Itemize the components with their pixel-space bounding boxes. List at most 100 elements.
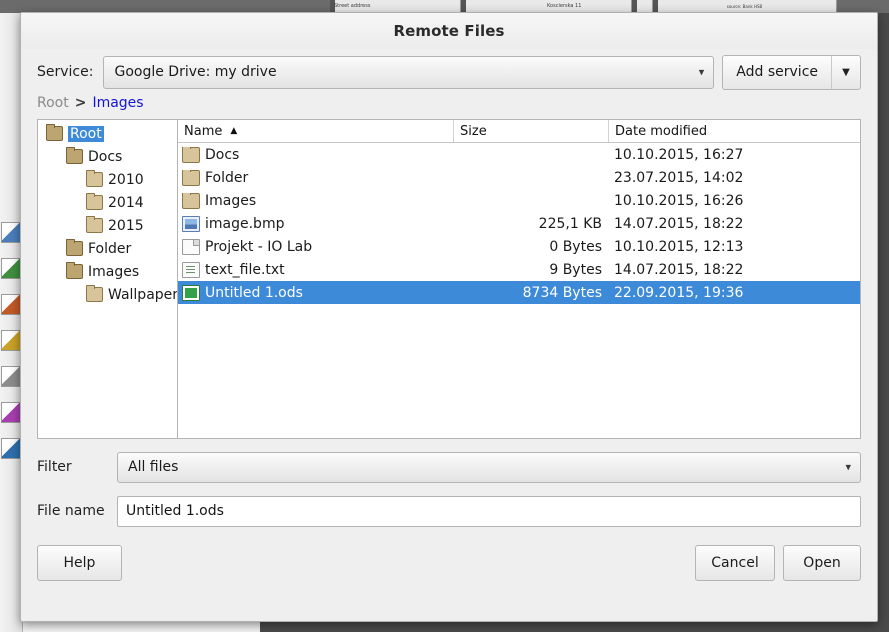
tree-node[interactable]: 2010 (38, 168, 177, 191)
folder-icon (86, 193, 103, 210)
folder-icon (182, 146, 200, 163)
folder-icon (182, 192, 200, 209)
breadcrumb-separator: > (74, 95, 87, 111)
impress-document-icon (1, 258, 22, 279)
file-date-cell: 22.09.2015, 19:36 (614, 284, 744, 301)
column-header-size[interactable]: Size (453, 120, 608, 142)
math-document-icon (1, 366, 22, 387)
table-row[interactable]: Untitled 1.ods 8734 Bytes 22.09.2015, 19:3… (178, 281, 860, 304)
column-header-date-label: Date modified (615, 123, 708, 139)
tree-node[interactable]: 2014 (38, 191, 177, 214)
cancel-button[interactable]: Cancel (695, 545, 775, 581)
tree-node-label: Images (88, 263, 140, 280)
table-row[interactable]: text_file.txt 9 Bytes 14.07.2015, 18:22 (178, 258, 860, 281)
tree-node[interactable]: Wallpapers (38, 283, 177, 306)
service-select[interactable]: Google Drive: my drive ▾ (103, 55, 715, 89)
spreadsheet-file-icon (182, 284, 200, 301)
file-name-label: image.bmp (205, 215, 285, 232)
chevron-down-icon: ▾ (845, 460, 851, 474)
service-row: Service: Google Drive: my drive ▾ Add se… (21, 54, 877, 90)
folder-icon (86, 170, 103, 187)
file-name-cell: Images (178, 192, 453, 209)
file-name-label: Docs (205, 146, 240, 163)
folder-icon (182, 169, 200, 186)
add-service-button[interactable]: Add service (723, 56, 831, 89)
tree-node-label: 2015 (108, 217, 144, 234)
breadcrumb: Root > Images (21, 89, 877, 115)
table-row[interactable]: Docs 10.10.2015, 16:27 (178, 143, 860, 166)
folder-open-icon (46, 124, 63, 141)
tree-node[interactable]: Folder (38, 237, 177, 260)
dialog-titlebar: Remote Files (21, 13, 877, 49)
add-service-split-button[interactable]: Add service ▼ (722, 54, 861, 90)
dialog-footer: Help Cancel Open (21, 545, 877, 581)
filename-value: Untitled 1.ods (126, 503, 224, 519)
file-name-cell: Docs (178, 146, 453, 163)
tree-node[interactable]: Images (38, 260, 177, 283)
file-date-cell: 10.10.2015, 16:26 (614, 192, 744, 209)
tree-node[interactable]: 2015 (38, 214, 177, 237)
file-date-cell: 14.07.2015, 18:22 (614, 215, 744, 232)
file-date-cell: 10.10.2015, 12:13 (614, 238, 744, 255)
column-header-name-label: Name (184, 123, 223, 139)
writer-document-icon (1, 294, 22, 315)
file-size-cell: 0 Bytes (549, 238, 602, 255)
column-header-size-label: Size (460, 123, 487, 139)
table-row[interactable]: image.bmp 225,1 KB 14.07.2015, 18:22 (178, 212, 860, 235)
tree-node-label: Root (68, 125, 104, 142)
file-list-body[interactable]: Docs 10.10.2015, 16:27 Folder 23.07.2015, 1… (178, 143, 860, 304)
remote-files-dialog: Remote Files Service: Google Drive: my d… (20, 12, 878, 622)
service-selected-value: Google Drive: my drive (114, 64, 277, 80)
filename-input[interactable]: Untitled 1.ods (117, 495, 861, 527)
column-header-name[interactable]: Name ▲ (178, 120, 453, 142)
tree-node[interactable]: Docs (38, 145, 177, 168)
folder-open-icon (66, 262, 83, 279)
file-size-cell: 8734 Bytes (522, 284, 602, 301)
folder-open-icon (66, 147, 83, 164)
tree-node-label: 2010 (108, 171, 144, 188)
filter-selected-value: All files (128, 459, 179, 475)
triangle-down-icon[interactable]: ▼ (831, 55, 860, 89)
table-row[interactable]: Images 10.10.2015, 16:26 (178, 189, 860, 212)
file-name-cell: image.bmp (178, 215, 453, 232)
breadcrumb-item-current[interactable]: Images (92, 95, 143, 111)
filename-row: File name Untitled 1.ods (21, 495, 877, 527)
file-date-cell: 10.10.2015, 16:27 (614, 146, 744, 163)
file-name-label: Untitled 1.ods (205, 284, 303, 301)
tree-node-label: Docs (88, 148, 123, 165)
dialog-title: Remote Files (393, 22, 505, 40)
chevron-down-icon: ▾ (698, 65, 705, 79)
filter-label: Filter (37, 459, 72, 475)
tree-node-label: 2014 (108, 194, 144, 211)
triangle-up-icon: ▲ (230, 126, 238, 136)
file-name-label: text_file.txt (205, 261, 285, 278)
tree-node[interactable]: Root (38, 122, 177, 145)
file-date-cell: 23.07.2015, 14:02 (614, 169, 744, 186)
bitmap-file-icon (182, 215, 200, 232)
table-row[interactable]: Projekt - IO Lab 0 Bytes 10.10.2015, 12:13 (178, 235, 860, 258)
file-size-cell: 9 Bytes (549, 261, 602, 278)
column-header-date-modified[interactable]: Date modified (608, 120, 860, 142)
file-name-cell: Projekt - IO Lab (178, 238, 453, 255)
draw-document-icon (1, 330, 22, 351)
document-file-icon (182, 238, 200, 255)
table-row[interactable]: Folder 23.07.2015, 14:02 (178, 166, 860, 189)
tree-node-label: Folder (88, 240, 132, 257)
browser-panes: Root Docs 2010 2014 2015 Folder Images Wallpape… (37, 119, 861, 439)
folder-tree[interactable]: Root Docs 2010 2014 2015 Folder Images Wallpape… (37, 119, 177, 439)
service-label: Service: (37, 64, 94, 80)
open-button[interactable]: Open (783, 545, 861, 581)
help-button[interactable]: Help (37, 545, 122, 581)
file-date-cell: 14.07.2015, 18:22 (614, 261, 744, 278)
file-list[interactable]: Name ▲ Size Date modified Docs 10.10.2015… (177, 119, 861, 439)
file-size-cell: 225,1 KB (538, 215, 602, 232)
breadcrumb-item-root[interactable]: Root (37, 95, 69, 111)
close-document-icon (1, 402, 22, 423)
file-name-cell: Folder (178, 169, 453, 186)
database-document-icon (1, 438, 22, 459)
file-list-header: Name ▲ Size Date modified (178, 120, 860, 143)
file-name-label: Images (205, 192, 257, 209)
file-name-cell: Untitled 1.ods (178, 284, 453, 301)
tree-node-label: Wallpapers (108, 286, 177, 303)
filter-select[interactable]: All files ▾ (117, 451, 861, 483)
